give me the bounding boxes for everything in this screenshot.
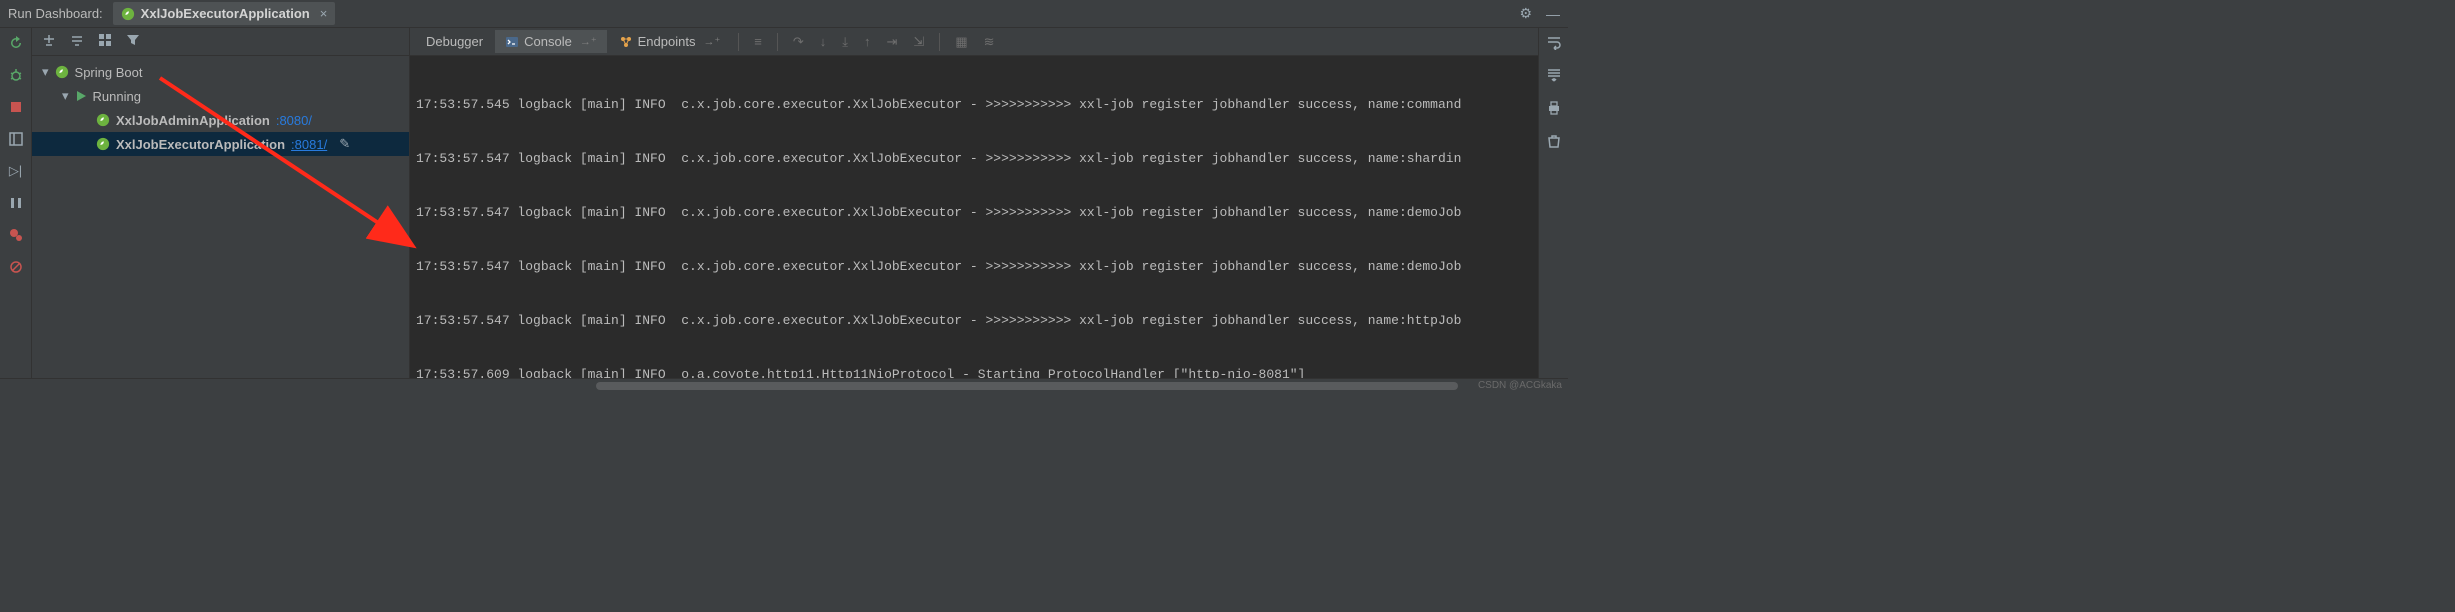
run-gutter: ▷|	[0, 28, 32, 378]
chevron-down-icon: ▾	[42, 64, 49, 80]
tab-endpoints-label: Endpoints	[638, 34, 696, 49]
tab-endpoints[interactable]: Endpoints →⁺	[609, 30, 731, 53]
watermark: CSDN @ACGkaka	[1478, 380, 1562, 391]
play-icon	[75, 90, 87, 102]
group-icon[interactable]	[98, 33, 112, 50]
app-port-link[interactable]: :8080/	[276, 113, 312, 128]
tab-console-label: Console	[524, 34, 572, 49]
toggle-line-icon[interactable]: ≡	[754, 34, 762, 49]
tree-running-label: Running	[93, 89, 141, 104]
evaluate-icon[interactable]: ▦	[955, 34, 967, 50]
tree-app-executor[interactable]: XxlJobExecutorApplication :8081/ ✎	[32, 132, 409, 156]
scrollbar-thumb[interactable]	[596, 382, 1458, 390]
title-bar: Run Dashboard: XxlJobExecutorApplication…	[0, 0, 1568, 28]
spring-icon	[121, 7, 135, 21]
log-line: 17:53:57.545 logback [main] INFO c.x.job…	[416, 96, 1532, 114]
popout-icon[interactable]: →⁺	[703, 35, 720, 48]
force-step-icon[interactable]: ⤓	[842, 34, 848, 50]
close-icon[interactable]: ×	[320, 6, 328, 21]
layout-icon[interactable]	[7, 130, 25, 148]
expand-all-icon[interactable]	[42, 33, 56, 50]
print-icon[interactable]	[1546, 100, 1562, 119]
console-tabs: Debugger Console →⁺ Endpoints →⁺ ≡ ↷ ↓ ⤓…	[410, 28, 1538, 56]
run-tab[interactable]: XxlJobExecutorApplication ×	[113, 2, 336, 25]
soft-wrap-icon[interactable]	[1546, 34, 1562, 53]
tree-toolbar	[32, 28, 409, 56]
mute-breakpoints-icon[interactable]	[7, 258, 25, 276]
tab-debugger-label: Debugger	[426, 34, 483, 49]
trace-icon[interactable]: ≋	[984, 34, 995, 50]
endpoints-icon	[619, 35, 633, 49]
scroll-end-icon[interactable]	[1546, 67, 1562, 86]
pause-icon[interactable]	[7, 194, 25, 212]
run-dashboard-label: Run Dashboard:	[8, 6, 103, 21]
log-line: 17:53:57.547 logback [main] INFO c.x.job…	[416, 204, 1532, 222]
filter-icon[interactable]	[126, 33, 140, 50]
console-output[interactable]: 17:53:57.545 logback [main] INFO c.x.job…	[410, 56, 1538, 378]
step-icon[interactable]: ↷	[793, 34, 804, 50]
tree-running-group[interactable]: ▾ Running	[32, 84, 409, 108]
clear-icon[interactable]	[1546, 133, 1562, 152]
rerun-icon[interactable]	[7, 34, 25, 52]
edit-icon[interactable]: ✎	[339, 136, 350, 152]
gear-icon[interactable]: ⚙	[1519, 5, 1532, 22]
run-tab-label: XxlJobExecutorApplication	[141, 6, 310, 21]
step-into-icon[interactable]: ↓	[820, 34, 827, 49]
run-to-cursor-icon[interactable]: ⇲	[913, 34, 924, 50]
tree-panel: ▾ Spring Boot ▾ Running XxlJobAdminAppli…	[32, 28, 410, 378]
step-out-icon[interactable]: ↑	[864, 34, 871, 49]
console-area: Debugger Console →⁺ Endpoints →⁺ ≡ ↷ ↓ ⤓…	[410, 28, 1538, 378]
console-icon	[505, 35, 519, 49]
drop-frame-icon[interactable]: ⇥	[887, 34, 898, 50]
log-line: 17:53:57.547 logback [main] INFO c.x.job…	[416, 258, 1532, 276]
view-breakpoints-icon[interactable]	[7, 226, 25, 244]
spring-icon	[55, 65, 69, 79]
spring-icon	[96, 137, 110, 151]
tree-app-admin[interactable]: XxlJobAdminApplication :8080/	[32, 108, 409, 132]
horizontal-scrollbar[interactable]	[0, 378, 1568, 392]
right-gutter	[1538, 28, 1568, 378]
tab-console[interactable]: Console →⁺	[495, 30, 607, 53]
main-area: ▷| ▾	[0, 28, 1568, 378]
log-line: 17:53:57.547 logback [main] INFO c.x.job…	[416, 150, 1532, 168]
tree-root-springboot[interactable]: ▾ Spring Boot	[32, 60, 409, 84]
app-port-link[interactable]: :8081/	[291, 137, 327, 152]
step-over-icon[interactable]: ▷|	[7, 162, 25, 180]
tab-debugger[interactable]: Debugger	[416, 30, 493, 53]
tree-root-label: Spring Boot	[75, 65, 143, 80]
log-line: 17:53:57.547 logback [main] INFO c.x.job…	[416, 312, 1532, 330]
collapse-all-icon[interactable]	[70, 33, 84, 50]
log-line: 17:53:57.609 logback [main] INFO o.a.coy…	[416, 366, 1532, 378]
debug-icon[interactable]	[7, 66, 25, 84]
chevron-down-icon: ▾	[62, 88, 69, 104]
app-name: XxlJobAdminApplication	[116, 113, 270, 128]
minimize-icon[interactable]: —	[1546, 6, 1560, 22]
popout-icon[interactable]: →⁺	[580, 35, 597, 48]
stop-icon[interactable]	[7, 98, 25, 116]
spring-icon	[96, 113, 110, 127]
app-name: XxlJobExecutorApplication	[116, 137, 285, 152]
run-tree: ▾ Spring Boot ▾ Running XxlJobAdminAppli…	[32, 56, 409, 160]
